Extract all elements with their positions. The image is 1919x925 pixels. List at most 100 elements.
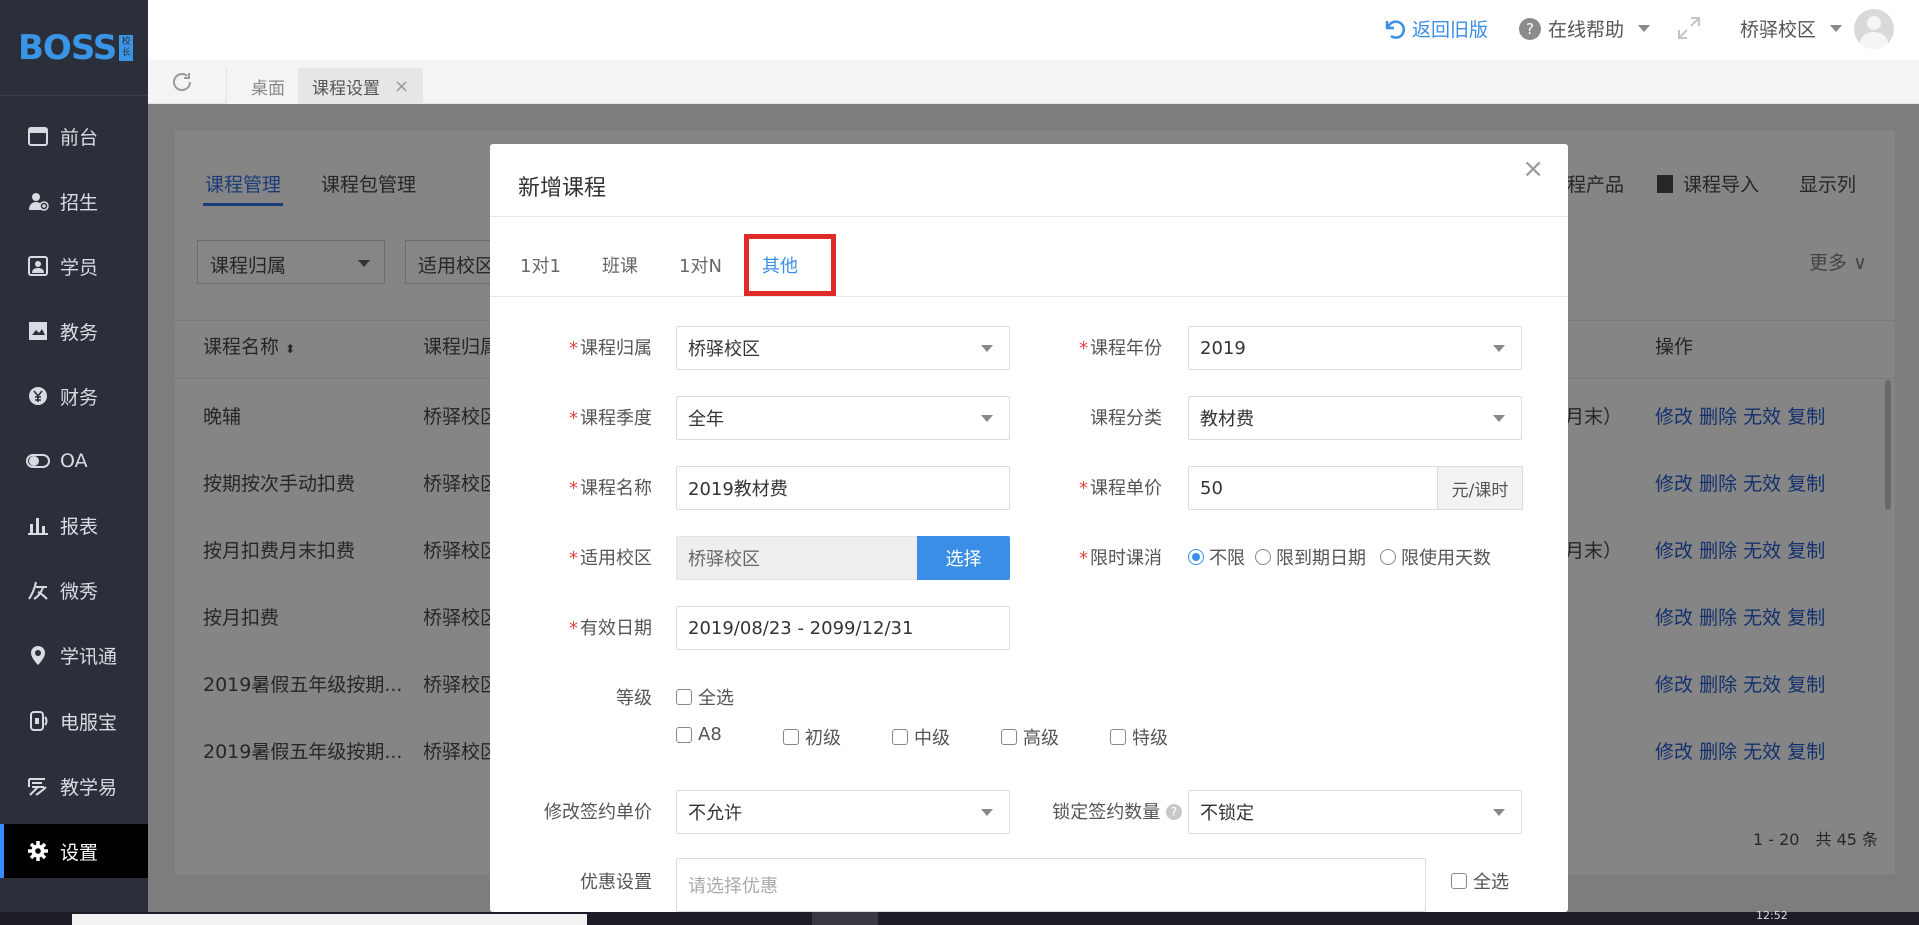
radio-expire-date[interactable]: 限到期日期 xyxy=(1255,544,1366,570)
level-junior[interactable]: 初级 xyxy=(783,724,841,750)
tab-course-package[interactable]: 课程包管理 xyxy=(321,170,416,197)
gear-icon xyxy=(26,839,50,863)
chevron-down-icon xyxy=(1830,25,1843,32)
row-belong: 桥驿校区 xyxy=(423,473,500,495)
radio-use-days[interactable]: 限使用天数 xyxy=(1380,544,1491,570)
close-icon[interactable]: × xyxy=(1522,154,1544,184)
copy-link[interactable]: 复制 xyxy=(1787,741,1825,763)
sort-icon[interactable]: ⬍ xyxy=(285,342,295,356)
filter-campus[interactable]: 适用校区 xyxy=(405,240,500,284)
discount-input[interactable]: 请选择优惠 xyxy=(676,858,1426,912)
table-scrollbar[interactable] xyxy=(1885,380,1891,510)
level-a8[interactable]: A8 xyxy=(676,724,722,745)
sidebar-item-shezhi[interactable]: 设置 xyxy=(0,824,148,878)
label-course-year: * 课程年份 xyxy=(1079,338,1162,359)
sidebar-item-xuexuntong[interactable]: 学讯通 xyxy=(0,628,148,682)
refresh-icon[interactable] xyxy=(170,70,194,99)
delete-link[interactable]: 删除 xyxy=(1699,607,1737,629)
select-course-season[interactable]: 全年 xyxy=(676,396,1010,440)
select-course-belong[interactable]: 桥驿校区 xyxy=(676,326,1010,370)
location-icon xyxy=(26,643,50,667)
taskbar-app[interactable] xyxy=(812,912,878,925)
sidebar-item-label: 教务 xyxy=(60,321,99,344)
copy-link[interactable]: 复制 xyxy=(1787,540,1825,562)
valid-date-range-input[interactable]: 2019/08/23 - 2099/12/31 xyxy=(676,606,1010,650)
select-campus-button[interactable]: 选择 xyxy=(917,536,1010,580)
row-extra: 月末） xyxy=(1565,406,1623,428)
copy-link[interactable]: 复制 xyxy=(1787,473,1825,495)
close-icon[interactable]: × xyxy=(394,76,409,97)
online-help-dropdown[interactable]: ? 在线帮助 xyxy=(1518,15,1651,42)
edit-link[interactable]: 修改 xyxy=(1655,540,1693,562)
sidebar-item-oa[interactable]: OA xyxy=(0,434,148,488)
tab-class[interactable]: 班课 xyxy=(602,252,638,278)
edit-link[interactable]: 修改 xyxy=(1655,607,1693,629)
select-modify-price[interactable]: 不允许 xyxy=(676,790,1010,834)
invalidate-link[interactable]: 无效 xyxy=(1743,741,1781,763)
course-price-input[interactable]: 50 xyxy=(1188,466,1438,510)
copy-link[interactable]: 复制 xyxy=(1787,607,1825,629)
sidebar-item-xueyuan[interactable]: 学员 xyxy=(0,239,148,293)
logo[interactable]: BOSS 校长 xyxy=(0,0,148,96)
question-icon[interactable]: ? xyxy=(1166,804,1182,820)
row-name: 按月扣费月末扣费 xyxy=(203,540,356,562)
tab-1v1[interactable]: 1对1 xyxy=(520,252,561,278)
label-course-name: * 课程名称 xyxy=(569,478,652,499)
sidebar-item-caiwu[interactable]: 财务 xyxy=(0,369,148,423)
display-columns-action[interactable]: 显示列 xyxy=(1799,170,1856,197)
level-special[interactable]: 特级 xyxy=(1110,724,1168,750)
edit-link[interactable]: 修改 xyxy=(1655,741,1693,763)
tab-desktop[interactable]: 桌面 xyxy=(226,68,309,104)
tab-course-management[interactable]: 课程管理 xyxy=(205,170,281,197)
taskbar-search[interactable] xyxy=(72,914,587,925)
delete-link[interactable]: 删除 xyxy=(1699,540,1737,562)
bar-chart-icon xyxy=(26,513,50,537)
campus-dropdown[interactable]: 桥驿校区 xyxy=(1740,15,1843,42)
copy-link[interactable]: 复制 xyxy=(1787,406,1825,428)
avatar[interactable] xyxy=(1854,9,1894,49)
sidebar-item-weixiu[interactable]: 微秀 xyxy=(0,563,148,617)
sidebar: BOSS 校长 前台 招生 学员 教务 财务 OA 报表 微秀 学讯通 电服宝 xyxy=(0,0,148,912)
discount-select-all[interactable]: 全选 xyxy=(1451,868,1509,894)
filter-course-belong[interactable]: 课程归属 xyxy=(197,240,385,284)
edit-link[interactable]: 修改 xyxy=(1655,674,1693,696)
course-product-action[interactable]: 程产品 xyxy=(1567,170,1624,197)
sidebar-item-baobiao[interactable]: 报表 xyxy=(0,498,148,552)
invalidate-link[interactable]: 无效 xyxy=(1743,674,1781,696)
invalidate-link[interactable]: 无效 xyxy=(1743,540,1781,562)
delete-link[interactable]: 删除 xyxy=(1699,406,1737,428)
level-middle[interactable]: 中级 xyxy=(892,724,950,750)
modal-title: 新增课程 xyxy=(518,176,607,201)
sidebar-item-label: 报表 xyxy=(60,515,99,538)
fullscreen-icon[interactable] xyxy=(1676,15,1702,41)
course-name-input[interactable]: 2019教材费 xyxy=(676,466,1010,510)
delete-link[interactable]: 删除 xyxy=(1699,741,1737,763)
edit-link[interactable]: 修改 xyxy=(1655,473,1693,495)
select-lock-qty[interactable]: 不锁定 xyxy=(1188,790,1522,834)
copy-link[interactable]: 复制 xyxy=(1787,674,1825,696)
level-select-all[interactable]: 全选 xyxy=(676,684,734,710)
header-course-name[interactable]: 课程名称 ⬍ xyxy=(203,332,295,359)
select-course-year[interactable]: 2019 xyxy=(1188,326,1522,370)
sidebar-item-jiaoxueyi[interactable]: 教学易 xyxy=(0,759,148,813)
invalidate-link[interactable]: 无效 xyxy=(1743,406,1781,428)
sidebar-item-qiantai[interactable]: 前台 xyxy=(0,109,148,163)
tab-1vn[interactable]: 1对N xyxy=(679,252,722,278)
delete-link[interactable]: 删除 xyxy=(1699,674,1737,696)
course-import-action[interactable]: 课程导入 xyxy=(1657,170,1759,197)
sidebar-item-jiaowu[interactable]: 教务 xyxy=(0,304,148,358)
sidebar-item-zhaosheng[interactable]: 招生 xyxy=(0,174,148,228)
back-old-version-link[interactable]: 返回旧版 xyxy=(1382,15,1488,42)
radio-unlimited[interactable]: 不限 xyxy=(1188,544,1245,570)
edit-link[interactable]: 修改 xyxy=(1655,406,1693,428)
select-course-category[interactable]: 教材费 xyxy=(1188,396,1522,440)
invalidate-link[interactable]: 无效 xyxy=(1743,607,1781,629)
more-filters[interactable]: 更多 ∨ xyxy=(1809,248,1867,275)
level-senior[interactable]: 高级 xyxy=(1001,724,1059,750)
sidebar-item-dianfubao[interactable]: 电服宝 xyxy=(0,694,148,748)
label-time-limit: * 限时课消 xyxy=(1079,548,1162,569)
delete-link[interactable]: 删除 xyxy=(1699,473,1737,495)
invalidate-link[interactable]: 无效 xyxy=(1743,473,1781,495)
tab-course-settings[interactable]: 课程设置 × xyxy=(298,68,424,104)
sidebar-item-label: 教学易 xyxy=(60,776,118,799)
